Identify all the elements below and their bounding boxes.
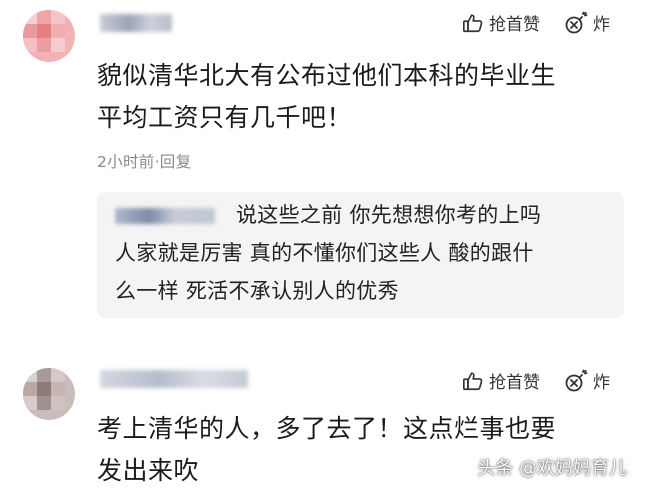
reply-box[interactable]: 说这些之前 你先想想你考的上吗 人家就是厉害 真的不懂你们这些人 酸的跟什 么一… (97, 192, 624, 318)
bomb-icon (565, 369, 588, 391)
username[interactable] (100, 14, 172, 32)
comment-actions: 抢首赞 炸 (462, 368, 610, 393)
thumbs-up-icon (463, 13, 483, 32)
reply-text-line: 说这些之前 你先想想你考的上吗 (236, 203, 542, 227)
thumbs-up-icon (463, 371, 483, 390)
avatar[interactable] (23, 368, 75, 420)
comment-text-line: 考上清华的人，多了去了！这点烂事也要 (97, 414, 557, 443)
avatar[interactable] (23, 10, 75, 62)
comment-text-line: 貌似清华北大有公布过他们本科的毕业生 (97, 61, 557, 90)
reply-text: 说这些之前 你先想想你考的上吗 人家就是厉害 真的不懂你们这些人 酸的跟什 么一… (115, 196, 615, 310)
reply-text-line: 人家就是厉害 真的不懂你们这些人 酸的跟什 (115, 241, 534, 265)
like-label: 抢首赞 (489, 373, 540, 393)
bomb-icon (565, 11, 588, 33)
comment-actions: 抢首赞 炸 (462, 10, 610, 35)
comment-text: 貌似清华北大有公布过他们本科的毕业生 平均工资只有几千吧！ (97, 55, 637, 139)
username[interactable] (100, 370, 248, 388)
like-button[interactable]: 抢首赞 (462, 368, 540, 393)
like-label: 抢首赞 (489, 15, 540, 35)
comment-text-line: 平均工资只有几千吧！ (97, 103, 353, 132)
watermark: 头条 @欢妈妈育儿 (477, 458, 627, 479)
like-button[interactable]: 抢首赞 (462, 10, 540, 35)
bomb-label: 炸 (593, 15, 610, 35)
comment-meta: 2小时前·回复 (97, 150, 191, 172)
bomb-button[interactable]: 炸 (564, 10, 610, 35)
bomb-button[interactable]: 炸 (564, 368, 610, 393)
timestamp: 2小时前 (97, 153, 155, 171)
reply-text-line: 么一样 死活不承认别人的优秀 (115, 279, 399, 303)
comment-1: 抢首赞 炸 貌似清华北大有公布过他们本科的毕业生 平均工资只有几千吧！ 2小时前… (0, 0, 647, 330)
reply-link[interactable]: ·回复 (155, 153, 192, 171)
bomb-label: 炸 (593, 373, 610, 393)
